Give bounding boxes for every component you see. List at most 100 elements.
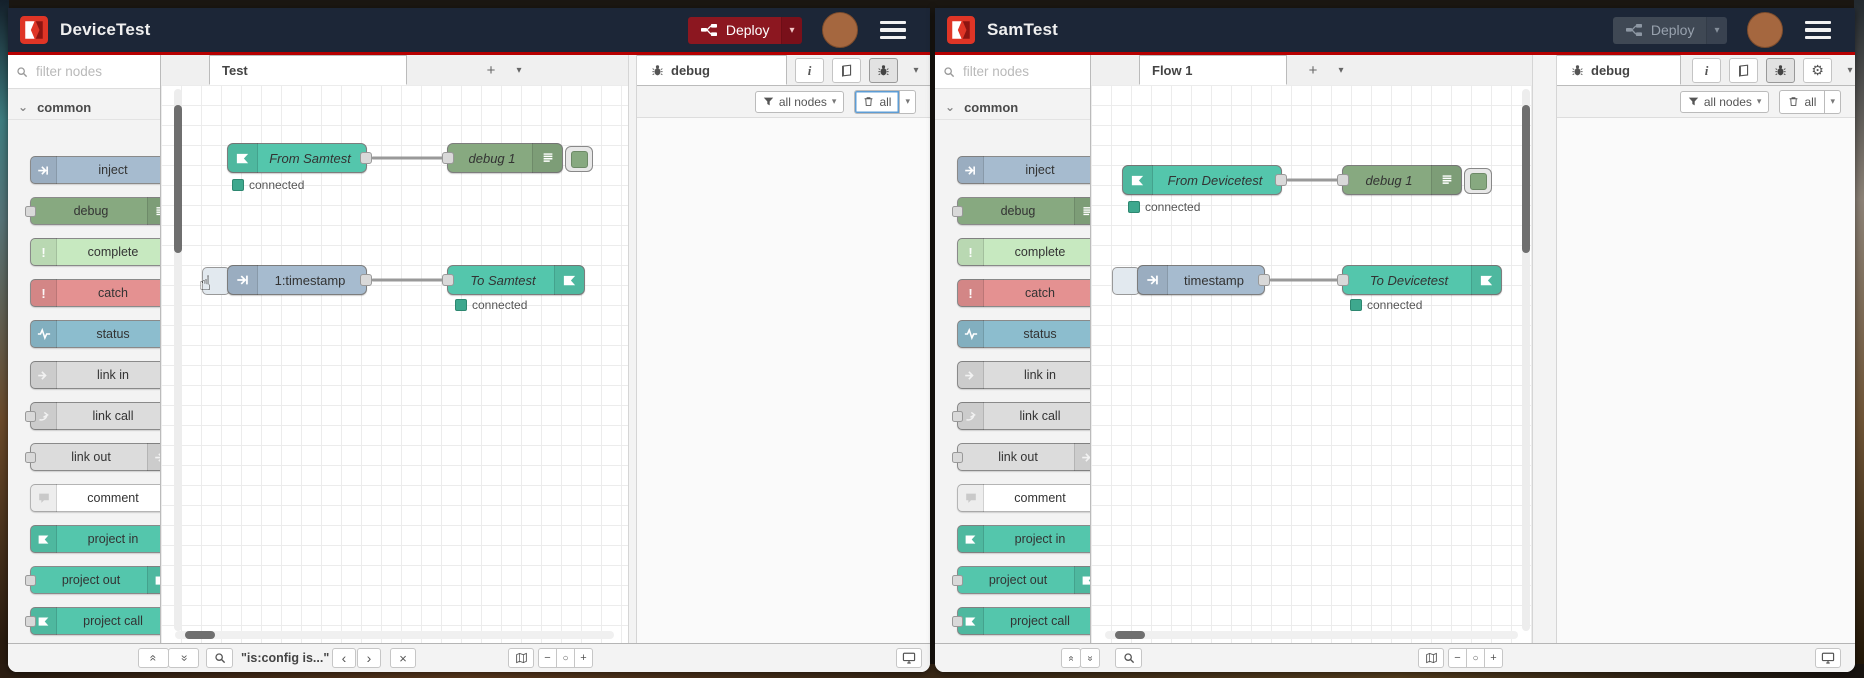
- palette-node-complete[interactable]: ! complete: [957, 238, 1090, 266]
- info-tab-button[interactable]: i: [1692, 58, 1721, 83]
- input-port[interactable]: [25, 451, 36, 463]
- palette-expand-all-button[interactable]: «: [168, 648, 199, 668]
- open-debug-window-button[interactable]: [896, 648, 922, 668]
- zoom-reset-button[interactable]: ○: [1466, 648, 1485, 668]
- input-port[interactable]: [442, 274, 454, 286]
- palette-node-project-out[interactable]: project out: [25, 566, 160, 594]
- config-nodes-button[interactable]: ⚙: [1803, 58, 1832, 83]
- flow-workspace[interactable]: Test + ▾ From Samtest connected debug 1 …: [161, 55, 628, 643]
- flow-node-debug-1[interactable]: debug 1: [1337, 165, 1462, 195]
- output-port[interactable]: [360, 152, 372, 164]
- debug-enable-toggle[interactable]: [565, 146, 593, 172]
- sidebar-options-caret[interactable]: ▾: [905, 58, 927, 83]
- debug-message-list[interactable]: [637, 118, 930, 643]
- palette-node-link-call[interactable]: link call: [952, 402, 1090, 430]
- input-port[interactable]: [25, 574, 36, 586]
- main-menu-button[interactable]: [880, 20, 906, 40]
- flow-node-from-samtest[interactable]: From Samtest: [227, 143, 372, 173]
- flow-node-debug-1[interactable]: debug 1: [442, 143, 563, 173]
- palette-node-comment[interactable]: comment: [957, 484, 1090, 512]
- debug-clear-options-caret[interactable]: ▾: [1824, 90, 1840, 113]
- flow-node-to-devicetest[interactable]: To Devicetest: [1337, 265, 1502, 295]
- search-flows-button[interactable]: [206, 648, 233, 668]
- zoom-in-button[interactable]: +: [1484, 648, 1503, 668]
- search-flows-button[interactable]: [1115, 648, 1142, 668]
- palette-node-link-in[interactable]: link in: [30, 361, 160, 389]
- palette-node-comment[interactable]: comment: [30, 484, 160, 512]
- panel-splitter[interactable]: [628, 55, 637, 643]
- debug-clear-all-button[interactable]: all: [1780, 91, 1824, 113]
- palette-node-catch[interactable]: ! catch: [30, 279, 160, 307]
- canvas-vertical-scrollbar[interactable]: [174, 89, 182, 631]
- debug-messages-button[interactable]: [1766, 58, 1795, 83]
- flow-canvas[interactable]: From Samtest connected debug 1 1:timesta…: [161, 85, 628, 643]
- output-port[interactable]: [1258, 274, 1270, 286]
- sidebar-options-caret[interactable]: ▾: [1839, 58, 1855, 83]
- input-port[interactable]: [1337, 274, 1349, 286]
- deploy-options-caret[interactable]: ▾: [781, 16, 802, 44]
- user-avatar[interactable]: [822, 12, 858, 48]
- palette-node-link-in[interactable]: link in: [957, 361, 1090, 389]
- palette-node-project-in[interactable]: project in: [957, 525, 1090, 553]
- flow-tab-flow1[interactable]: Flow 1: [1139, 55, 1287, 85]
- flow-node-timestamp[interactable]: timestamp: [1137, 265, 1270, 295]
- input-port[interactable]: [952, 615, 963, 627]
- debug-clear-all-button[interactable]: all: [855, 91, 899, 113]
- palette-node-project-call[interactable]: project call: [25, 607, 160, 635]
- main-menu-button[interactable]: [1805, 20, 1831, 40]
- palette-filter-input[interactable]: [961, 63, 1065, 80]
- zoom-reset-button[interactable]: ○: [556, 648, 575, 668]
- deploy-button[interactable]: Deploy ▾: [687, 16, 802, 44]
- search-close-button[interactable]: ×: [390, 648, 416, 668]
- deploy-button-disabled[interactable]: Deploy ▾: [1612, 16, 1727, 44]
- debug-message-list[interactable]: [1557, 118, 1855, 643]
- palette-expand-all-button[interactable]: «: [1080, 648, 1100, 668]
- user-menu[interactable]: s: [822, 12, 858, 48]
- open-debug-window-button[interactable]: [1815, 648, 1841, 668]
- output-port[interactable]: [1275, 174, 1287, 186]
- info-tab-button[interactable]: i: [795, 58, 824, 83]
- palette-category-common[interactable]: ⌄ common: [8, 95, 160, 120]
- debug-messages-button[interactable]: [869, 58, 898, 83]
- input-port[interactable]: [442, 152, 454, 164]
- debug-tab[interactable]: debug: [1557, 55, 1681, 85]
- input-port[interactable]: [25, 205, 36, 217]
- output-port[interactable]: [360, 274, 372, 286]
- palette-node-status[interactable]: status: [957, 320, 1090, 348]
- input-port[interactable]: [952, 205, 963, 217]
- palette-node-catch[interactable]: ! catch: [957, 279, 1090, 307]
- palette-collapse-all-button[interactable]: «: [1061, 648, 1081, 668]
- help-tab-button[interactable]: [832, 58, 861, 83]
- palette-collapse-all-button[interactable]: «: [138, 648, 169, 668]
- flow-list-button[interactable]: ▾: [1329, 59, 1353, 81]
- palette-search[interactable]: [935, 55, 1090, 89]
- input-port[interactable]: [1337, 174, 1349, 186]
- flow-tab-test[interactable]: Test: [209, 55, 407, 85]
- palette-node-inject[interactable]: inject: [30, 156, 160, 184]
- canvas-horizontal-scrollbar[interactable]: [175, 631, 614, 639]
- panel-splitter[interactable]: [1532, 55, 1557, 643]
- zoom-in-button[interactable]: +: [574, 648, 593, 668]
- input-port[interactable]: [952, 410, 963, 422]
- zoom-out-button[interactable]: −: [538, 648, 557, 668]
- palette-node-link-out[interactable]: link out: [25, 443, 160, 471]
- flow-node-timestamp[interactable]: 1:timestamp: [227, 265, 372, 295]
- palette-node-project-in[interactable]: project in: [30, 525, 160, 553]
- help-tab-button[interactable]: [1729, 58, 1758, 83]
- input-port[interactable]: [952, 451, 963, 463]
- canvas-vertical-scrollbar[interactable]: [1522, 89, 1530, 631]
- debug-filter-button[interactable]: all nodes ▾: [754, 90, 845, 113]
- user-menu[interactable]: s: [1747, 12, 1783, 48]
- canvas-horizontal-scrollbar[interactable]: [1105, 631, 1518, 639]
- flow-node-to-samtest[interactable]: To Samtest: [442, 265, 585, 295]
- input-port[interactable]: [25, 615, 36, 627]
- palette-category-common[interactable]: ⌄ common: [935, 95, 1090, 120]
- palette-node-project-out[interactable]: project out: [952, 566, 1090, 594]
- palette-node-debug[interactable]: debug: [952, 197, 1090, 225]
- debug-tab[interactable]: debug: [637, 55, 787, 85]
- debug-enable-toggle[interactable]: [1464, 168, 1492, 194]
- palette-node-inject[interactable]: inject: [957, 156, 1090, 184]
- palette-node-complete[interactable]: ! complete: [30, 238, 160, 266]
- palette-node-debug[interactable]: debug: [25, 197, 160, 225]
- palette-node-status[interactable]: status: [30, 320, 160, 348]
